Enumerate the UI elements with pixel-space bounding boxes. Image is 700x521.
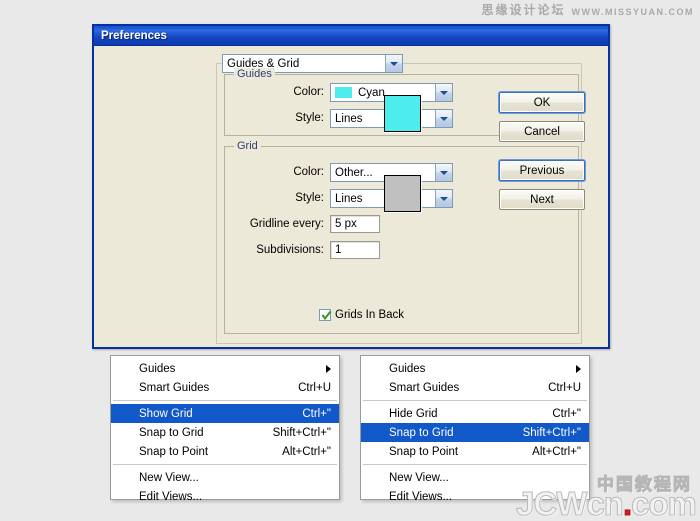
menu-item[interactable]: Show Grid Ctrl+" xyxy=(111,404,339,423)
menu-item-label: Guides xyxy=(139,362,176,375)
menu-item-accelerator: Shift+Ctrl+" xyxy=(272,426,331,439)
chevron-down-icon[interactable] xyxy=(385,55,402,72)
guides-color-label: Color: xyxy=(293,86,324,98)
menu-item[interactable]: Snap to Point Alt+Ctrl+" xyxy=(361,442,589,461)
menu-item-label: Hide Grid xyxy=(389,407,438,420)
chevron-down-icon[interactable] xyxy=(435,110,452,127)
grid-color-label: Color: xyxy=(293,166,324,178)
menu-item-label: Snap to Point xyxy=(389,445,459,458)
menu-item-accelerator: Alt+Ctrl+" xyxy=(532,445,581,458)
ok-button[interactable]: OK xyxy=(499,92,585,113)
menu-item[interactable]: Guides xyxy=(361,359,589,378)
menu-item[interactable]: Snap to Point Alt+Ctrl+" xyxy=(111,442,339,461)
menu-item[interactable]: Smart Guides Ctrl+U xyxy=(361,378,589,397)
grid-color-swatch[interactable] xyxy=(384,175,421,212)
menu-item-label: New View... xyxy=(139,471,199,484)
menu-item-accelerator: Ctrl+U xyxy=(298,381,331,394)
view-menu-right[interactable]: Guides Smart Guides Ctrl+U Hide Grid Ctrl+" S… xyxy=(360,355,590,503)
dialog-body: Guides & Grid Guides Color: Cyan Style: xyxy=(94,46,608,349)
watermark-top: 思缘设计论坛 WWW.MISSYUAN.COM xyxy=(481,1,694,18)
grids-in-back-checkbox-row[interactable]: Grids In Back xyxy=(319,309,404,321)
watermark-bottom-en-b: com xyxy=(631,485,698,521)
checkbox-checked-icon[interactable] xyxy=(319,309,332,321)
menu-item[interactable]: Edit Views... xyxy=(361,487,589,506)
menu-item[interactable]: Guides xyxy=(111,359,339,378)
dialog-titlebar[interactable]: Preferences xyxy=(94,26,608,46)
cancel-button[interactable]: Cancel xyxy=(499,121,585,142)
gridline-every-input[interactable]: 5 px xyxy=(330,215,380,233)
menu-item-accelerator: Alt+Ctrl+" xyxy=(282,445,331,458)
subdivisions-label: Subdivisions: xyxy=(256,244,324,256)
subdivisions-row: Subdivisions: xyxy=(240,244,324,256)
menu-item-accelerator: Shift+Ctrl+" xyxy=(522,426,581,439)
submenu-arrow-icon xyxy=(576,364,581,373)
menu-item[interactable]: Smart Guides Ctrl+U xyxy=(111,378,339,397)
grid-style-row: Style: xyxy=(280,192,324,204)
guides-style-row: Style: xyxy=(280,112,324,124)
menu-separator xyxy=(113,400,337,401)
menu-item-label: Show Grid xyxy=(139,407,193,420)
menu-item[interactable]: New View... xyxy=(111,468,339,487)
menu-item-accelerator: Ctrl+U xyxy=(548,381,581,394)
watermark-top-en: WWW.MISSYUAN.COM xyxy=(571,7,694,17)
chevron-down-icon[interactable] xyxy=(435,164,452,181)
menu-item-accelerator: Ctrl+" xyxy=(552,407,581,420)
menu-item[interactable]: New View... xyxy=(361,468,589,487)
gridline-every-label: Gridline every: xyxy=(249,218,324,230)
guides-color-value: Cyan xyxy=(358,86,385,99)
menu-item-label: Snap to Grid xyxy=(139,426,204,439)
menu-item-accelerator: Ctrl+" xyxy=(302,407,331,420)
menu-item-label: Smart Guides xyxy=(389,381,460,394)
subdivisions-input[interactable]: 1 xyxy=(330,241,380,259)
menu-item-label: Snap to Point xyxy=(139,445,209,458)
menu-item[interactable]: Edit Views... xyxy=(111,487,339,506)
menu-item[interactable]: Snap to Grid Shift+Ctrl+" xyxy=(111,423,339,442)
menu-item-label: Smart Guides xyxy=(139,381,210,394)
grid-color-row: Color: xyxy=(280,166,324,178)
preferences-dialog: Preferences Guides & Grid Guides Color: … xyxy=(92,24,610,349)
dialog-title: Preferences xyxy=(101,29,167,42)
guides-color-row: Color: xyxy=(280,86,324,98)
menu-item-label: Edit Views... xyxy=(139,490,203,503)
submenu-arrow-icon xyxy=(326,364,331,373)
next-button[interactable]: Next xyxy=(499,189,585,210)
grid-group-legend: Grid xyxy=(234,140,261,152)
menu-item-label: Edit Views... xyxy=(389,490,453,503)
chevron-down-icon[interactable] xyxy=(435,190,452,207)
grid-style-label: Style: xyxy=(295,192,324,204)
menu-item-label: Guides xyxy=(389,362,426,375)
grids-in-back-label: Grids In Back xyxy=(335,309,405,321)
guides-group-legend: Guides xyxy=(234,68,275,80)
chevron-down-icon[interactable] xyxy=(435,84,452,101)
menu-item-label: New View... xyxy=(389,471,449,484)
menu-separator xyxy=(113,464,337,465)
gridline-every-row: Gridline every: xyxy=(240,218,324,230)
guides-color-swatch[interactable] xyxy=(384,95,421,132)
watermark-bottom-dot: . xyxy=(622,485,632,521)
guides-style-label: Style: xyxy=(295,112,324,124)
watermark-top-cn: 思缘设计论坛 xyxy=(481,3,566,17)
guides-color-chip xyxy=(335,87,352,98)
menu-separator xyxy=(363,464,587,465)
menu-separator xyxy=(363,400,587,401)
menu-item-label: Snap to Grid xyxy=(389,426,454,439)
screenshot-root: 思缘设计论坛 WWW.MISSYUAN.COM Preferences Guid… xyxy=(0,0,700,521)
menu-item[interactable]: Hide Grid Ctrl+" xyxy=(361,404,589,423)
menu-item[interactable]: Snap to Grid Shift+Ctrl+" xyxy=(361,423,589,442)
previous-button[interactable]: Previous xyxy=(499,160,585,181)
view-menu-left[interactable]: Guides Smart Guides Ctrl+U Show Grid Ctrl+" S… xyxy=(110,355,340,503)
